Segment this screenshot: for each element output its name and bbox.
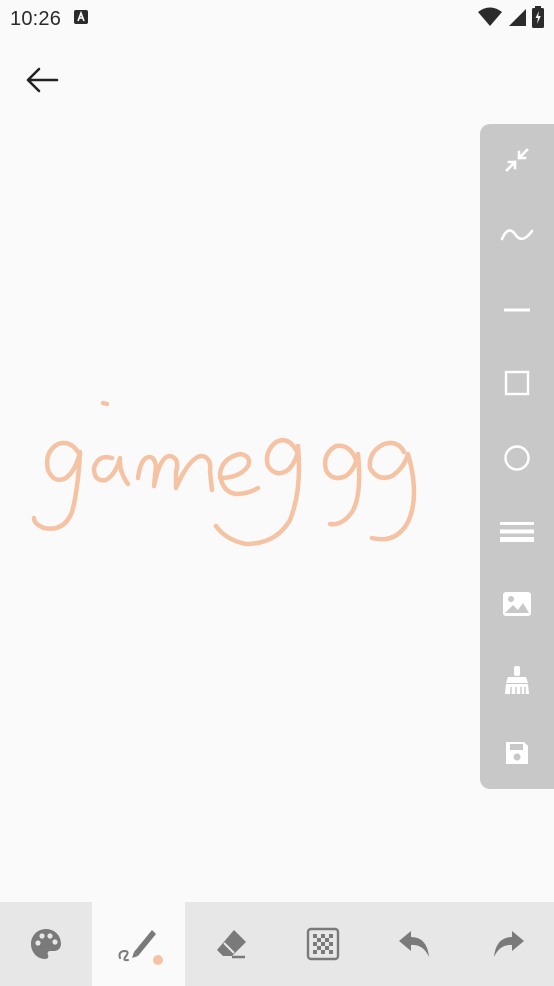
collapse-icon	[505, 148, 529, 172]
rectangle-icon	[504, 370, 530, 396]
clear-broom-icon	[505, 666, 529, 694]
bottom-toolbar	[0, 902, 554, 986]
freehand-curve-icon	[500, 229, 534, 241]
palette-icon	[31, 929, 62, 959]
line-icon	[504, 308, 530, 312]
wifi-icon	[478, 7, 502, 32]
drawing-canvas[interactable]	[0, 38, 480, 902]
a-notification-icon	[73, 9, 89, 30]
mosaic-icon	[306, 927, 340, 961]
status-time: 10:26	[10, 7, 62, 30]
status-bar: 10:26	[0, 0, 554, 38]
image-icon	[503, 592, 531, 616]
save-icon	[506, 742, 528, 764]
status-left: 10:26	[10, 8, 89, 31]
tool-rectangle[interactable]	[480, 353, 554, 413]
cellular-signal-icon	[508, 7, 526, 32]
tool-circle[interactable]	[480, 428, 554, 488]
status-right	[478, 5, 544, 33]
tool-line[interactable]	[480, 280, 554, 340]
right-toolbar	[480, 124, 554, 789]
handwriting-strokes	[31, 400, 417, 547]
mosaic-button[interactable]	[277, 902, 369, 986]
tool-line-width[interactable]	[480, 502, 554, 562]
redo-button[interactable]	[462, 902, 554, 986]
tool-image[interactable]	[480, 574, 554, 634]
tool-freehand[interactable]	[480, 205, 554, 265]
eraser-button[interactable]	[185, 902, 277, 986]
tool-clear[interactable]	[480, 650, 554, 710]
tool-save[interactable]	[480, 723, 554, 783]
undo-icon	[399, 931, 430, 957]
circle-icon	[504, 445, 530, 471]
tool-collapse[interactable]	[480, 130, 554, 190]
brush-button[interactable]	[92, 902, 185, 986]
undo-button[interactable]	[369, 902, 461, 986]
color-indicator-dot	[153, 955, 164, 965]
redo-icon	[493, 931, 524, 957]
eraser-icon	[216, 930, 246, 959]
palette-button[interactable]	[0, 902, 92, 986]
line-width-icon	[500, 522, 534, 542]
battery-charging-icon	[532, 5, 544, 33]
